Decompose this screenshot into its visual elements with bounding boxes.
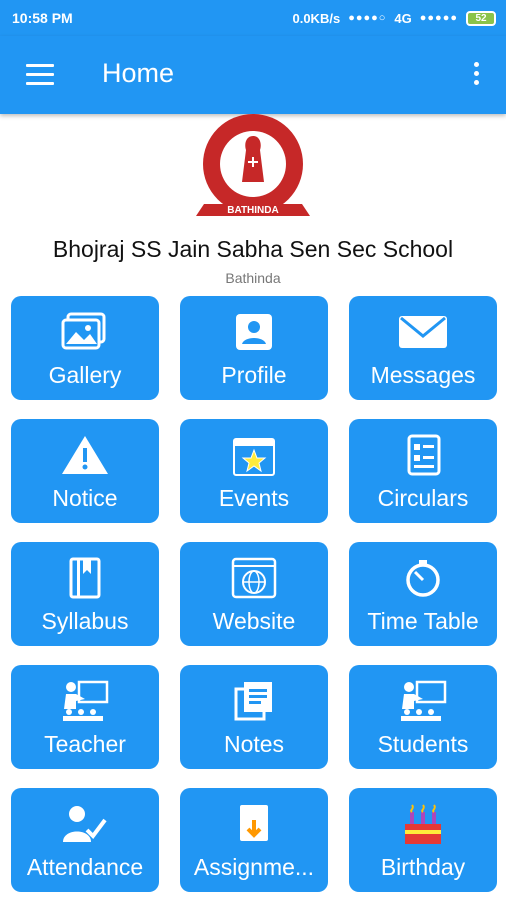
tile-label: Syllabus — [41, 608, 129, 634]
notice-icon — [62, 436, 108, 474]
page-title: Home — [102, 58, 175, 88]
battery-icon: 52 — [466, 10, 496, 26]
signal-icon-2: ●●●●● — [419, 12, 458, 24]
status-time: 10:58 PM — [12, 10, 73, 26]
tile-attendance[interactable]: Attendance — [11, 788, 159, 892]
time-table-icon — [406, 560, 440, 597]
profile-icon — [236, 314, 272, 350]
tile-label: Profile — [221, 362, 287, 388]
assignment-icon — [240, 805, 268, 841]
teacher-icon — [63, 680, 109, 721]
logo-text: BATHINDA — [227, 205, 278, 216]
app-bar: Home — [0, 36, 506, 114]
attendance-icon — [63, 806, 107, 842]
tile-messages[interactable]: Messages — [349, 296, 497, 400]
tile-label: Students — [377, 731, 469, 757]
tile-label: Birthday — [380, 854, 466, 880]
tile-notice[interactable]: Notice — [11, 419, 159, 523]
events-icon — [233, 438, 275, 476]
gallery-icon — [61, 312, 106, 350]
tile-label: Assignme... — [193, 854, 315, 880]
tile-label: Time Table — [367, 608, 479, 634]
status-indicators: 0.0KB/s ●●●●○ 4G ●●●●● 52 — [292, 10, 496, 26]
signal-icon: ●●●●○ — [348, 12, 387, 24]
tile-notes[interactable]: Notes — [180, 665, 328, 769]
tile-label: Messages — [370, 362, 476, 388]
tile-label: Notice — [52, 485, 118, 511]
tile-label: Attendance — [26, 854, 144, 880]
tile-label: Circulars — [377, 485, 469, 511]
tile-events[interactable]: Events — [180, 419, 328, 523]
tile-label: Events — [218, 485, 290, 511]
tile-circulars[interactable]: Circulars — [349, 419, 497, 523]
hamburger-menu-icon[interactable] — [26, 64, 54, 86]
school-city: Bathinda — [225, 270, 281, 286]
more-vert-icon[interactable] — [472, 62, 480, 88]
network-speed: 0.0KB/s — [292, 10, 341, 26]
website-icon — [231, 557, 277, 599]
notes-icon — [234, 682, 272, 721]
tile-label: Teacher — [44, 731, 126, 757]
tile-label: Notes — [223, 731, 285, 757]
school-logo: BATHINDA — [196, 114, 310, 216]
status-bar: 10:58 PM 0.0KB/s ●●●●○ 4G ●●●●● 52 — [0, 0, 506, 36]
tile-teacher[interactable]: Teacher — [11, 665, 159, 769]
syllabus-icon — [69, 557, 101, 599]
network-type: 4G — [394, 10, 412, 26]
tile-label: Website — [212, 608, 296, 634]
tile-assignment[interactable]: Assignme... — [180, 788, 328, 892]
tile-label: Gallery — [48, 362, 122, 388]
tile-gallery[interactable]: Gallery — [11, 296, 159, 400]
students-icon — [401, 680, 447, 721]
tile-syllabus[interactable]: Syllabus — [11, 542, 159, 646]
tile-birthday[interactable]: Birthday — [349, 788, 497, 892]
tile-website[interactable]: Website — [180, 542, 328, 646]
birthday-icon — [405, 804, 441, 844]
school-name: Bhojraj SS Jain Sabha Sen Sec School — [52, 236, 454, 262]
tile-students[interactable]: Students — [349, 665, 497, 769]
tile-time-table[interactable]: Time Table — [349, 542, 497, 646]
messages-icon — [399, 316, 447, 348]
circulars-icon — [407, 434, 441, 476]
tile-profile[interactable]: Profile — [180, 296, 328, 400]
